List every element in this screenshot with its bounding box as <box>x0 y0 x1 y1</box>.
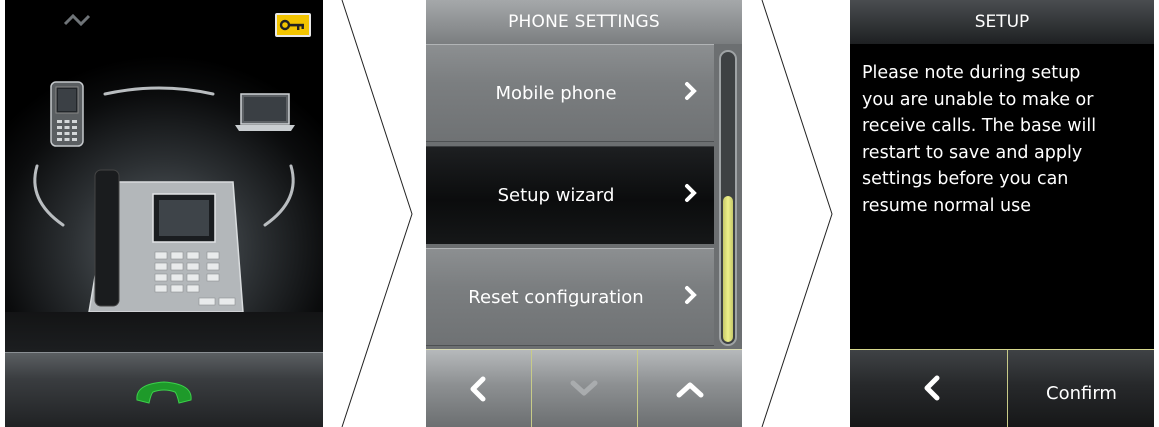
scroll-up-button[interactable] <box>638 350 742 427</box>
back-button[interactable] <box>850 349 1007 427</box>
menu-item-setup-wizard[interactable]: Setup wizard <box>426 146 714 244</box>
message-line: Please note during setup <box>862 63 1081 83</box>
scrollbar-thumb[interactable] <box>723 196 733 342</box>
confirm-button[interactable]: Confirm <box>1046 383 1117 404</box>
up-arrow-icon <box>676 382 704 398</box>
menu-item-mobile-phone[interactable]: Mobile phone <box>426 44 714 142</box>
message-line: you are unable to make or <box>862 89 1094 110</box>
message-line: receive calls. The base will <box>862 116 1097 136</box>
back-arrow-icon <box>924 375 940 401</box>
settings-bottom-bar <box>426 349 742 427</box>
menu-item-label: Reset configuration <box>468 287 644 308</box>
menu-item-label: Mobile phone <box>495 83 617 104</box>
phone-settings-screen: PHONE SETTINGS Mobile phone Setup wizard… <box>426 0 742 427</box>
page-title: PHONE SETTINGS <box>426 0 742 44</box>
back-button[interactable] <box>426 350 531 427</box>
page-title: SETUP <box>850 0 1154 44</box>
down-arrow-icon <box>570 380 598 396</box>
menu-item-label: Setup wizard <box>497 185 615 206</box>
bar-divider <box>1007 350 1008 427</box>
message-line: settings before you can <box>862 169 1069 189</box>
message-line: restart to save and apply <box>862 142 1083 163</box>
message-line: resume normal use <box>862 195 1032 216</box>
chevron-right-icon <box>685 184 697 202</box>
chevron-right-icon <box>685 82 697 100</box>
back-arrow-icon <box>470 376 486 402</box>
setup-screen: SETUP Please note during setup you are u… <box>850 0 1154 427</box>
setup-message: Please note during setup you are unable … <box>862 60 1148 219</box>
scroll-down-button[interactable] <box>532 350 637 427</box>
chevron-right-icon <box>685 286 697 304</box>
menu-item-reset-configuration[interactable]: Reset configuration <box>426 248 714 346</box>
